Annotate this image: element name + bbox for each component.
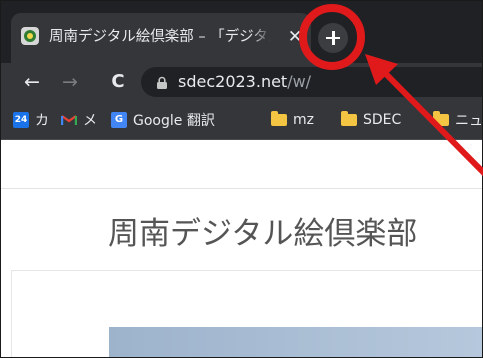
divider	[11, 270, 12, 357]
tab-title: 周南デジタル絵倶楽部 – 「デジタル絵	[49, 26, 271, 48]
bookmark-folder-mz[interactable]: mz	[271, 101, 314, 139]
lock-icon	[157, 76, 167, 89]
url-path: /w/	[287, 72, 312, 91]
header-image	[109, 327, 482, 357]
folder-icon	[433, 111, 449, 126]
bookmark-folder-sdec[interactable]: SDEC	[341, 101, 401, 139]
google-translate-icon: G	[111, 112, 127, 128]
new-tab-button[interactable]	[318, 23, 348, 53]
folder-icon	[341, 111, 357, 126]
bookmark-google-translate[interactable]: G Google 翻訳	[111, 101, 215, 139]
bookmark-folder-news[interactable]: ニュース	[433, 101, 483, 139]
gmail-icon	[61, 115, 77, 125]
tab-strip: 周南デジタル絵倶楽部 – 「デジタル絵 ✕	[1, 1, 482, 63]
divider	[1, 188, 482, 189]
page-content: 周南デジタル絵倶楽部	[1, 140, 482, 357]
bookmarks-bar: 24 カ メ G Google 翻訳 mz SDEC ニュース	[1, 101, 482, 140]
bookmark-label: SDEC	[363, 112, 402, 128]
address-bar[interactable]: sdec2023.net/w/	[141, 67, 482, 97]
forward-arrow-icon[interactable]: →	[57, 69, 83, 95]
folder-icon	[271, 111, 287, 126]
url-host: sdec2023.net	[178, 72, 288, 91]
bookmark-label: カ	[35, 113, 49, 129]
browser-window: 周南デジタル絵倶楽部 – 「デジタル絵 ✕ ← → C sdec2023.net…	[0, 0, 483, 358]
bookmark-label: メ	[83, 113, 97, 129]
google-calendar-icon: 24	[13, 112, 29, 128]
divider	[11, 270, 482, 271]
tab-active[interactable]: 周南デジタル絵倶楽部 – 「デジタル絵 ✕	[11, 13, 311, 63]
bookmark-label: mz	[293, 112, 314, 128]
url-text: sdec2023.net/w/	[178, 72, 311, 92]
back-arrow-icon[interactable]: ←	[19, 69, 45, 95]
toolbar: ← → C sdec2023.net/w/	[1, 63, 482, 101]
bookmark-label: Google 翻訳	[133, 113, 215, 129]
site-favicon-icon	[21, 27, 39, 45]
bookmark-calendar[interactable]: 24 カ	[13, 101, 49, 139]
bookmark-gmail[interactable]: メ	[61, 101, 97, 139]
bookmark-label: ニュース	[455, 113, 483, 129]
reload-icon[interactable]: C	[105, 69, 131, 95]
tab-close-icon[interactable]: ✕	[285, 27, 305, 47]
site-title[interactable]: 周南デジタル絵倶楽部	[108, 212, 417, 256]
